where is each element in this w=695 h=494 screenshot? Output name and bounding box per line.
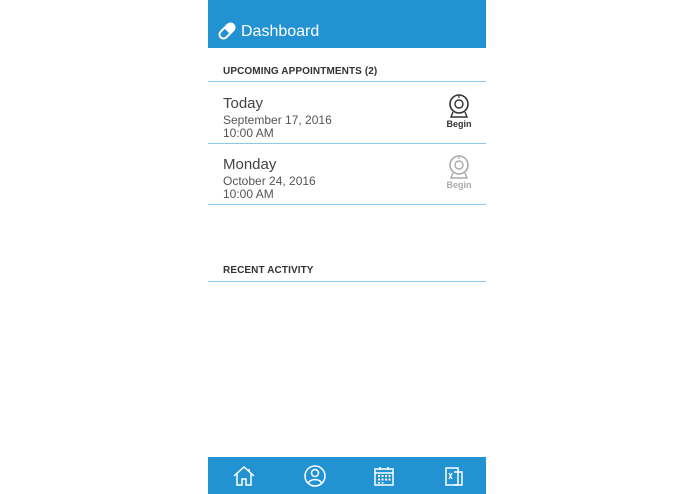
- tab-profile[interactable]: [303, 464, 327, 488]
- webcam-icon: [439, 93, 479, 119]
- tab-calendar[interactable]: [372, 464, 396, 488]
- appointment-day: Monday: [223, 156, 277, 173]
- home-icon: [232, 464, 256, 488]
- app-header: Dashboard: [208, 0, 486, 48]
- appointment-item[interactable]: Today September 17, 2016 10:00 AM Begin: [208, 93, 486, 156]
- calendar-icon: [372, 464, 396, 488]
- appointment-time: 10:00 AM: [223, 187, 274, 201]
- pill-icon: [217, 21, 237, 41]
- begin-label: Begin: [446, 180, 472, 190]
- appointment-day: Today: [223, 95, 264, 112]
- begin-button[interactable]: Begin: [439, 93, 479, 133]
- divider: [208, 143, 486, 144]
- appointment-item[interactable]: Monday October 24, 2016 10:00 AM Begin: [208, 154, 486, 217]
- appointment-date: September 17, 2016: [223, 113, 332, 127]
- divider: [208, 81, 486, 82]
- appointment-time: 10:00 AM: [223, 126, 274, 140]
- tab-prescriptions[interactable]: [442, 464, 466, 488]
- profile-icon: [303, 464, 327, 488]
- upcoming-appointments-heading: UPCOMING APPOINTMENTS (2): [223, 66, 378, 77]
- bottom-tab-bar: [208, 457, 486, 494]
- tab-home[interactable]: [232, 464, 256, 488]
- recent-activity-heading: RECENT ACTIVITY: [223, 265, 314, 276]
- prescription-icon: [442, 464, 466, 488]
- webcam-icon: [439, 154, 479, 180]
- appointment-date: October 24, 2016: [223, 174, 316, 188]
- divider: [208, 204, 486, 205]
- begin-label: Begin: [446, 119, 472, 129]
- app-screen: Dashboard UPCOMING APPOINTMENTS (2) Toda…: [208, 0, 486, 494]
- begin-button[interactable]: Begin: [439, 154, 479, 194]
- page-title: Dashboard: [241, 23, 320, 40]
- divider: [208, 281, 486, 282]
